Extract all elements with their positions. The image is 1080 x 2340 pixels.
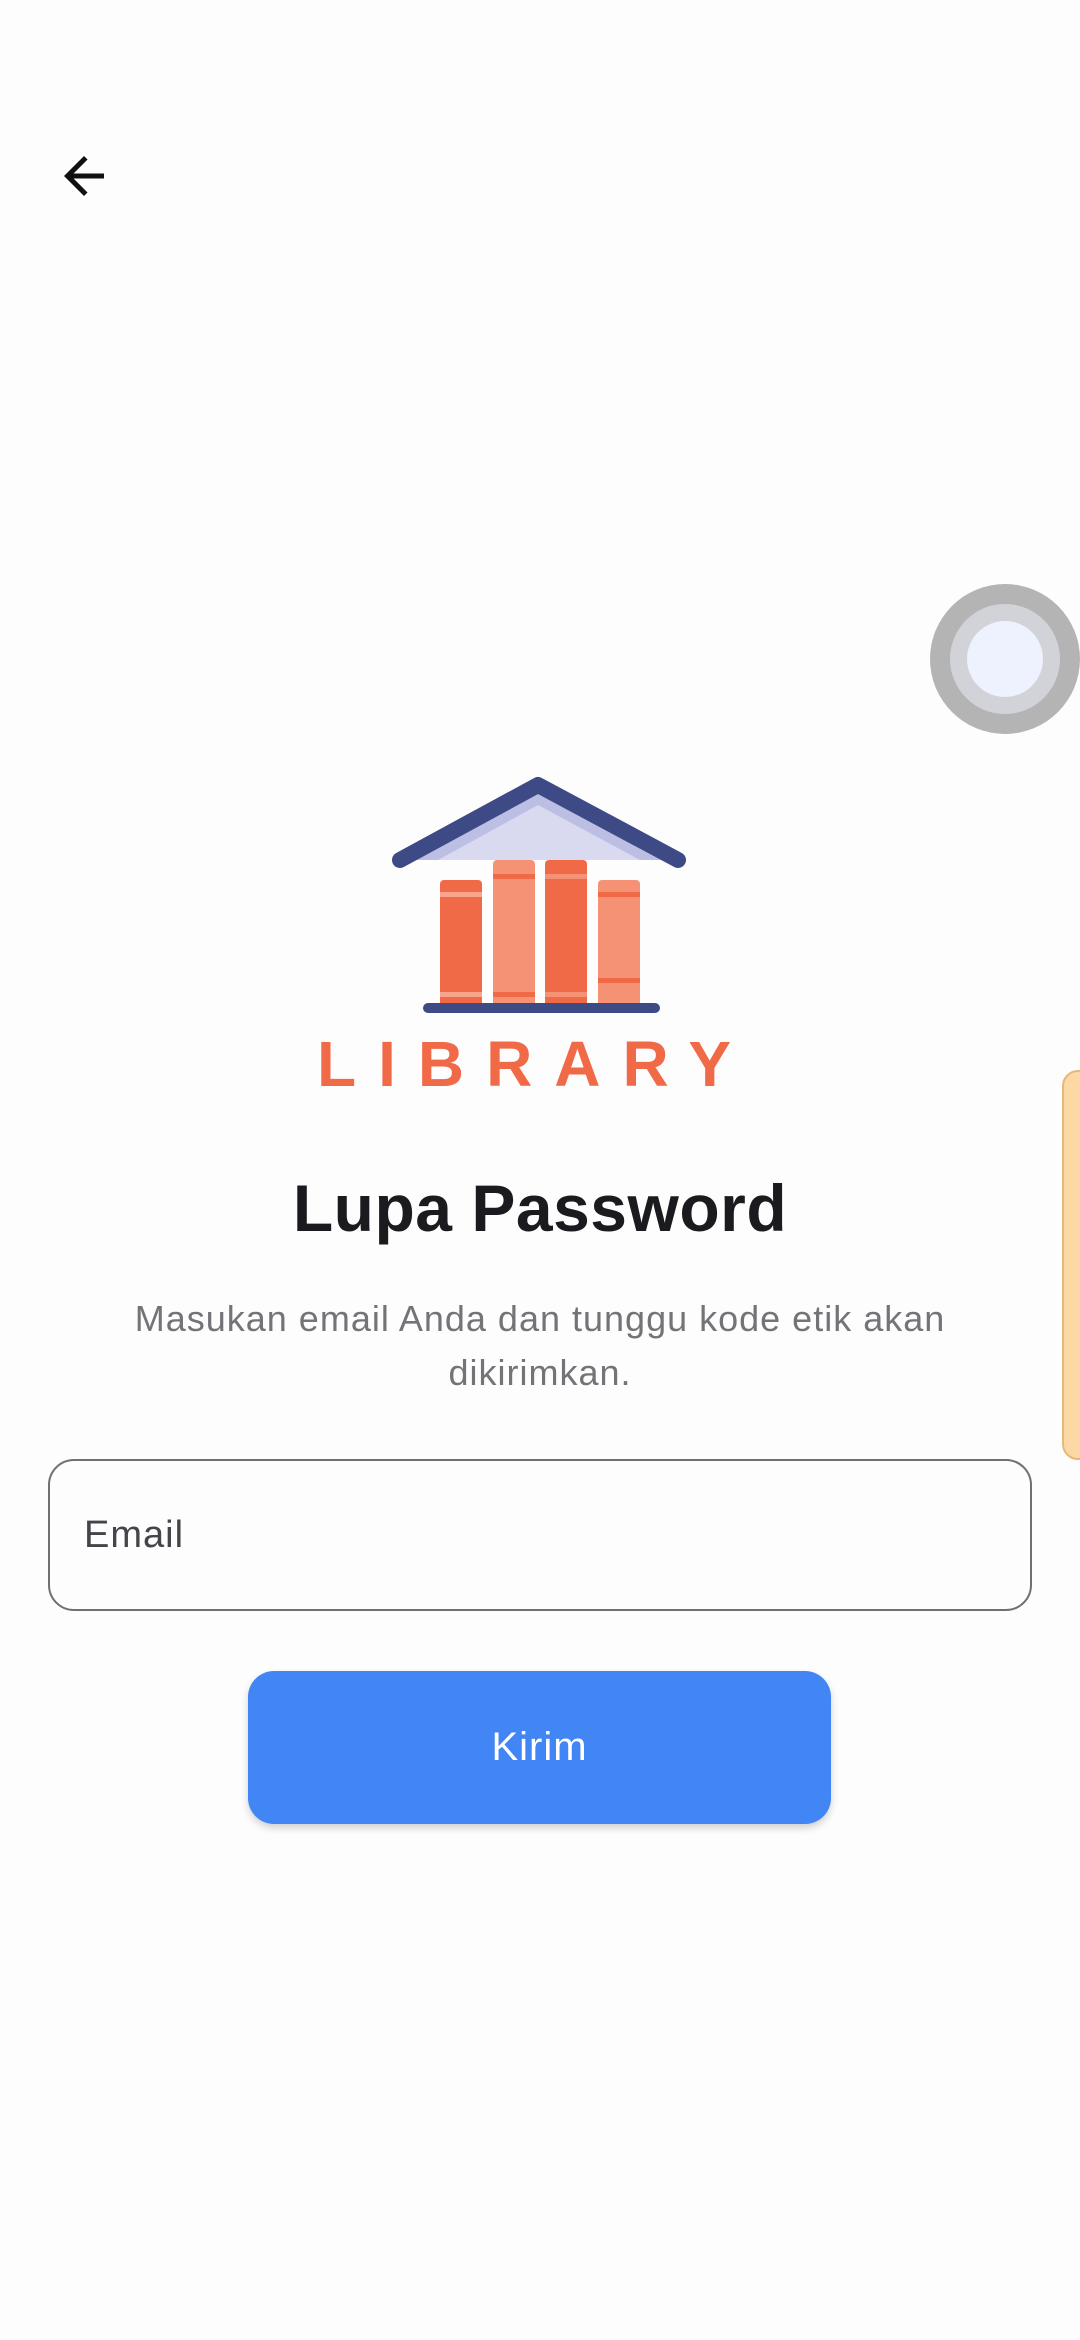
email-input[interactable] [84, 1461, 994, 1609]
logo-book-4 [598, 880, 640, 1008]
assistive-touch-ring [950, 604, 1060, 714]
logo-book-1 [440, 880, 482, 1008]
logo-book-stripe [493, 874, 535, 879]
logo-book-2 [493, 860, 535, 1008]
back-button[interactable] [42, 134, 126, 218]
logo-book-stripe [598, 978, 640, 983]
arrow-left-icon [64, 156, 104, 196]
submit-button[interactable]: Kirim [248, 1671, 831, 1824]
logo-book-stripe [493, 992, 535, 997]
assistive-touch-button[interactable] [930, 584, 1080, 734]
logo-text: LIBRARY [317, 1028, 753, 1100]
library-logo: LIBRARY [310, 770, 770, 1100]
logo-book-3 [545, 860, 587, 1008]
page-title: Lupa Password [292, 1171, 788, 1245]
submit-button-label: Kirim [491, 1725, 588, 1769]
logo-book-stripe [440, 992, 482, 997]
email-field[interactable] [48, 1459, 1032, 1611]
logo-book-stripe [440, 892, 482, 897]
edge-panel-handle[interactable] [1062, 1070, 1080, 1460]
logo-book-stripe [545, 992, 587, 997]
logo-book-stripe [598, 892, 640, 897]
logo-book-stripe [545, 874, 587, 879]
page-subtitle: Masukan email Anda dan tunggu kode etik … [134, 1298, 946, 1393]
library-logo-graphic: LIBRARY [317, 777, 753, 1100]
assistive-touch-icon [967, 621, 1043, 697]
